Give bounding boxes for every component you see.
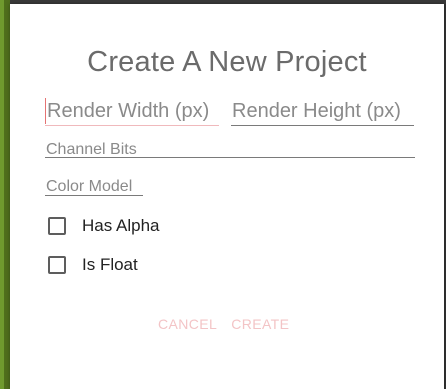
render-height-underline <box>231 125 414 126</box>
render-height-input[interactable]: Render Height (px) <box>232 100 401 123</box>
is-float-row[interactable]: Is Float <box>48 255 138 275</box>
render-width-input[interactable]: Render Width (px) <box>47 100 209 123</box>
dialog-actions: CANCEL CREATE <box>158 316 289 332</box>
dialog-title: Create A New Project <box>87 46 367 78</box>
has-alpha-label: Has Alpha <box>82 216 160 235</box>
render-width-underline <box>45 125 219 126</box>
is-float-label: Is Float <box>82 255 138 274</box>
has-alpha-checkbox[interactable] <box>48 217 66 235</box>
has-alpha-row[interactable]: Has Alpha <box>48 216 160 236</box>
cancel-button[interactable]: CANCEL <box>158 316 217 332</box>
create-button[interactable]: CREATE <box>231 316 289 332</box>
is-float-checkbox[interactable] <box>48 256 66 274</box>
color-model-underline <box>45 195 143 196</box>
text-caret <box>45 98 46 124</box>
create-project-dialog: Create A New Project Render Width (px) R… <box>10 4 444 389</box>
channel-bits-underline <box>45 157 415 158</box>
color-model-select[interactable]: Color Model <box>46 178 132 196</box>
